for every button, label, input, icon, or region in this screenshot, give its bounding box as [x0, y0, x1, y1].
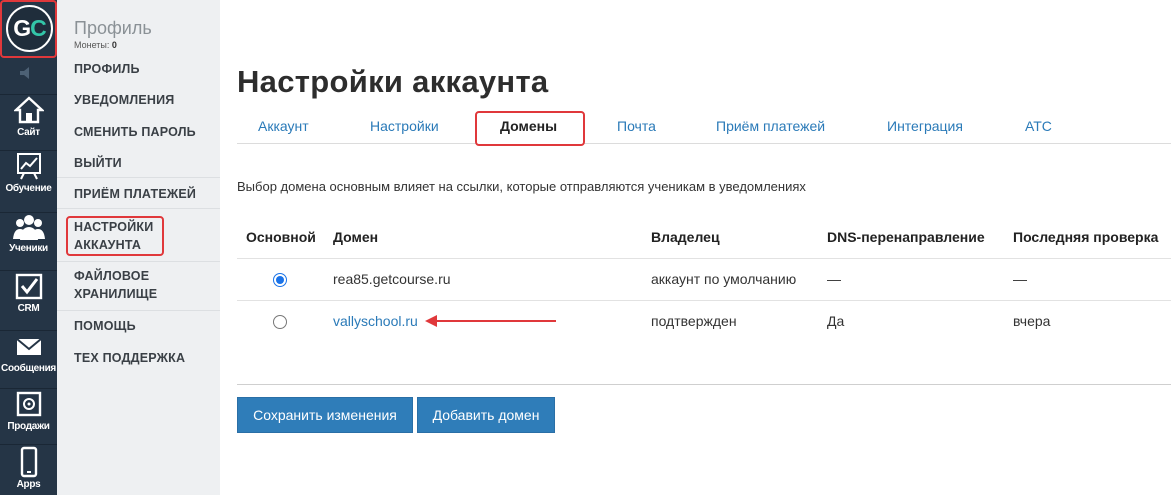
- last-check-cell: —: [1013, 271, 1027, 287]
- owner-cell: подтвержден: [651, 313, 737, 329]
- menu-divider: [57, 208, 220, 209]
- save-changes-button[interactable]: Сохранить изменения: [237, 397, 413, 433]
- rail-item-site[interactable]: Сайт: [0, 94, 57, 150]
- col-header-domain: Домен: [333, 229, 379, 245]
- logo-highlight-box[interactable]: GC: [0, 0, 57, 58]
- page-title: Настройки аккаунта: [237, 64, 549, 99]
- col-header-dns: DNS-перенаправление: [827, 229, 985, 245]
- menu-item-logout[interactable]: ВЫЙТИ: [74, 154, 214, 172]
- rail-label-learning: Обучение: [5, 183, 52, 194]
- rail-item-sales[interactable]: Продажи: [0, 388, 57, 444]
- app-window: GC Сайт Обучение Ученики CRM Сообщения П…: [0, 0, 1171, 495]
- col-header-owner: Владелец: [651, 229, 720, 245]
- rail-item-apps[interactable]: Apps: [0, 444, 57, 495]
- primary-radio[interactable]: [273, 315, 287, 329]
- rail-label-apps: Apps: [16, 479, 41, 490]
- primary-radio-selected[interactable]: [273, 273, 287, 287]
- tab-payments[interactable]: Приём платежей: [716, 118, 825, 134]
- tab-domains[interactable]: Домены: [500, 118, 557, 134]
- checkbox-icon: [15, 273, 42, 300]
- house-icon: [13, 96, 44, 124]
- menu-item-file-storage[interactable]: ФАЙЛОВОЕ ХРАНИЛИЩЕ: [74, 267, 174, 303]
- menu-divider: [57, 177, 220, 178]
- rail-label-students: Ученики: [9, 243, 48, 254]
- last-check-cell: вчера: [1013, 313, 1051, 329]
- domain-cell: rea85.getcourse.ru: [333, 271, 451, 287]
- menu-item-change-password[interactable]: СМЕНИТЬ ПАРОЛЬ: [74, 123, 214, 141]
- domain-link[interactable]: vallyschool.ru: [333, 313, 418, 329]
- coins-info: Монеты: 0: [74, 40, 117, 50]
- tab-mail[interactable]: Почта: [617, 118, 656, 134]
- menu-item-notifications[interactable]: УВЕДОМЛЕНИЯ: [74, 91, 214, 109]
- tab-integration[interactable]: Интеграция: [887, 118, 963, 134]
- dns-cell: —: [827, 271, 841, 287]
- profile-title: Профиль: [74, 18, 152, 38]
- main-content: Настройки аккаунта Аккаунт Настройки Дом…: [220, 0, 1171, 495]
- form-divider: [237, 384, 1171, 385]
- phone-icon: [20, 446, 37, 478]
- table-header-divider: [237, 258, 1171, 259]
- rail-item-crm[interactable]: CRM: [0, 270, 57, 326]
- account-settings-highlight: [66, 216, 164, 256]
- envelope-icon: [15, 338, 42, 355]
- menu-item-payments[interactable]: ПРИЁМ ПЛАТЕЖЕЙ: [74, 185, 214, 203]
- menu-divider: [57, 261, 220, 262]
- menu-divider: [57, 310, 220, 311]
- add-domain-button[interactable]: Добавить домен: [417, 397, 555, 433]
- coins-value: 0: [111, 40, 117, 50]
- col-header-last-check: Последняя проверка: [1013, 229, 1159, 245]
- rail-item-learning[interactable]: Обучение: [0, 150, 57, 206]
- speaker-icon[interactable]: [18, 66, 38, 80]
- menu-item-profile[interactable]: ПРОФИЛЬ: [74, 60, 214, 78]
- tab-settings[interactable]: Настройки: [370, 118, 439, 134]
- chart-board-icon: [16, 153, 41, 180]
- menu-item-help[interactable]: ПОМОЩЬ: [74, 317, 214, 335]
- tab-account[interactable]: Аккаунт: [258, 118, 309, 134]
- rail-label-crm: CRM: [17, 303, 40, 314]
- dns-cell: Да: [827, 313, 845, 329]
- rail-label-sales: Продажи: [7, 421, 50, 432]
- col-header-primary: Основной: [246, 229, 316, 245]
- table-row-divider: [237, 300, 1171, 301]
- tab-ats[interactable]: АТС: [1025, 118, 1052, 134]
- annotation-arrow-icon: [425, 315, 556, 327]
- getcourse-logo[interactable]: GC: [6, 5, 53, 52]
- tabs-underline: [237, 143, 1171, 144]
- rail-item-students[interactable]: Ученики: [0, 212, 57, 268]
- owner-cell: аккаунт по умолчанию: [651, 271, 797, 287]
- rail-label-messages: Сообщения: [1, 363, 56, 374]
- users-icon: [12, 215, 45, 240]
- domains-description: Выбор домена основным влияет на ссылки, …: [237, 179, 806, 194]
- rail-label-site: Сайт: [17, 127, 40, 138]
- menu-item-tech-support[interactable]: ТЕХ ПОДДЕРЖКА: [74, 349, 214, 367]
- safe-icon: [16, 391, 41, 417]
- left-icon-rail: GC Сайт Обучение Ученики CRM Сообщения П…: [0, 0, 57, 495]
- logo-letter-c: C: [30, 15, 47, 41]
- coins-label: Монеты:: [74, 40, 110, 50]
- rail-item-messages[interactable]: Сообщения: [0, 330, 57, 386]
- logo-letter-g: G: [13, 15, 31, 41]
